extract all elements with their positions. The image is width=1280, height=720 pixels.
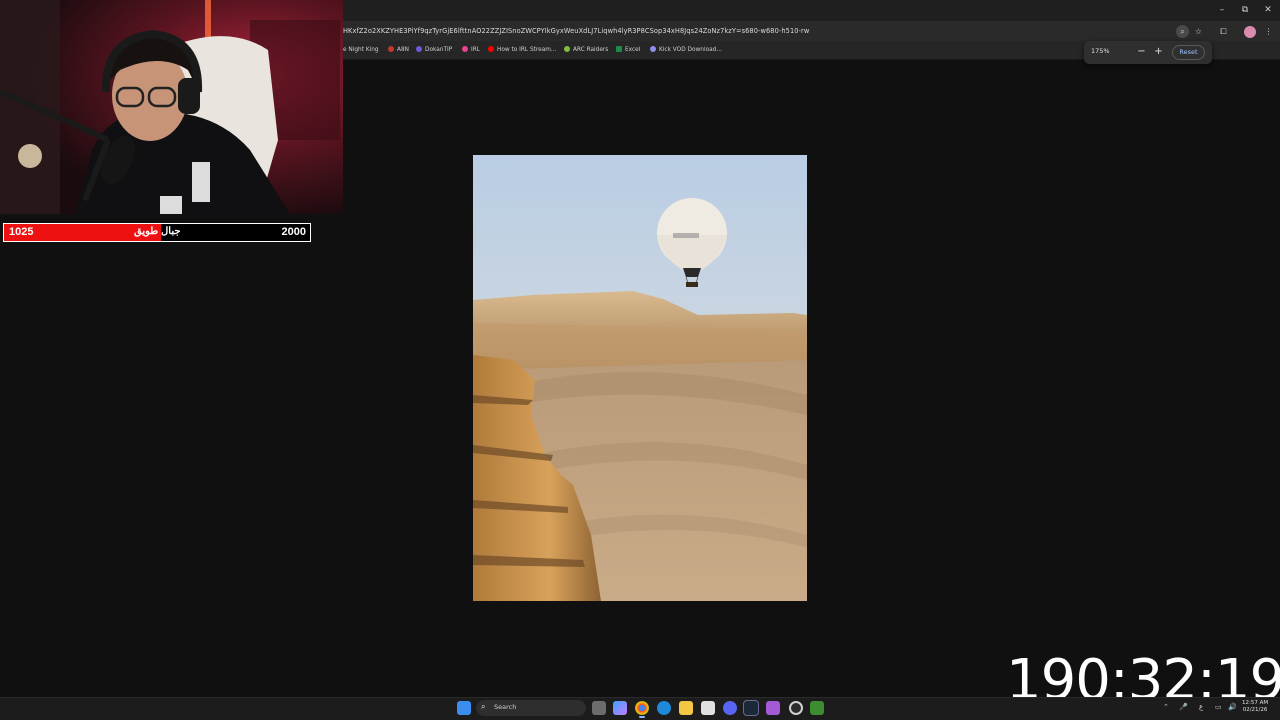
bookmark-favicon-icon: [462, 46, 468, 52]
monitor-icon[interactable]: ▭: [1215, 703, 1222, 711]
start-icon[interactable]: [457, 701, 471, 715]
chrome-active-indicator: [639, 716, 645, 718]
taskbar-search-placeholder: Search: [494, 703, 517, 711]
file-explorer-icon[interactable]: [679, 701, 693, 715]
bookmark-label: How to IRL Stream...: [497, 47, 557, 53]
screen: – ⧉ ✕ HKxfZ2o2XKZYHE3PiYf9qzTyrGjE6lfttn…: [0, 0, 1280, 720]
zoom-reset-button[interactable]: Reset: [1172, 45, 1205, 60]
bookmark-label: Excel: [625, 47, 641, 53]
bookmark-item[interactable]: A8N: [388, 45, 409, 55]
taskbar-clock[interactable]: 12:57 AM 02/21/26: [1242, 700, 1268, 714]
volume-icon[interactable]: 🔊: [1228, 703, 1237, 711]
bookmark-item[interactable]: ARC Raiders: [564, 45, 608, 55]
bookmark-item[interactable]: DokanTIP: [416, 45, 452, 55]
bookmark-label: e Night King: [343, 47, 379, 53]
bookmark-star-icon[interactable]: ☆: [1192, 25, 1205, 38]
store-icon[interactable]: [701, 701, 715, 715]
zoom-in-button[interactable]: +: [1153, 46, 1164, 58]
obs-icon[interactable]: [789, 701, 803, 715]
close-button[interactable]: ✕: [1257, 4, 1279, 17]
score-goal: 2000: [281, 226, 306, 238]
minimize-button[interactable]: –: [1211, 4, 1233, 17]
webcam-overlay: [0, 0, 343, 214]
profile-avatar[interactable]: [1244, 26, 1256, 38]
bookmark-label: IRL: [471, 47, 480, 53]
score-current: 1025: [9, 226, 34, 238]
steam-icon[interactable]: [743, 700, 759, 716]
zoom-out-button[interactable]: −: [1136, 46, 1147, 58]
clock-time: 12:57 AM: [1242, 700, 1269, 706]
bookmark-favicon-icon: [388, 46, 394, 52]
discord-icon[interactable]: [723, 701, 737, 715]
task-view-icon[interactable]: [592, 701, 606, 715]
bookmark-item[interactable]: Kick VOD Download...: [650, 45, 722, 55]
zoom-icon[interactable]: ⌕: [1176, 25, 1189, 38]
bookmark-label: Kick VOD Download...: [659, 47, 722, 53]
webcam-image: [0, 0, 343, 214]
bookmark-favicon-icon: [650, 46, 656, 52]
extensions-icon[interactable]: ⧠: [1217, 25, 1230, 38]
restore-button[interactable]: ⧉: [1234, 4, 1256, 17]
displayed-image: [473, 155, 807, 601]
minecraft-icon[interactable]: [810, 701, 824, 715]
bookmark-item[interactable]: e Night King: [343, 45, 379, 55]
bookmark-label: A8N: [397, 47, 409, 53]
zoom-popup: 175% − + Reset: [1084, 41, 1212, 64]
app-purple-icon[interactable]: [766, 701, 780, 715]
clock-date: 02/21/26: [1242, 707, 1268, 713]
language-indicator[interactable]: ع: [1199, 703, 1203, 711]
excel-icon: [616, 46, 622, 52]
chrome-icon[interactable]: [635, 701, 649, 715]
score-label: جبال طويق: [134, 226, 181, 237]
bookmark-item[interactable]: Excel: [616, 45, 640, 55]
youtube-icon: [488, 46, 494, 52]
menu-icon[interactable]: ⋮: [1262, 25, 1275, 38]
microphone-icon[interactable]: 🎤: [1179, 703, 1188, 711]
score-bar: 1025 جبال طويق 2000: [3, 223, 311, 242]
bookmark-label: DokanTIP: [425, 47, 453, 53]
search-icon: ⌕: [481, 702, 486, 711]
bookmark-item[interactable]: IRL: [462, 45, 480, 55]
balloon-over-cliffs-image: [473, 155, 807, 601]
tray-chevron-icon[interactable]: ⌃: [1163, 703, 1169, 711]
bookmark-item[interactable]: How to IRL Stream...: [488, 45, 556, 55]
bookmark-favicon-icon: [564, 46, 570, 52]
bookmark-label: ARC Raiders: [573, 47, 609, 53]
taskbar-search-box[interactable]: [476, 700, 586, 716]
edge-icon[interactable]: [657, 701, 671, 715]
url-text[interactable]: HKxfZ2o2XKZYHE3PiYf9qzTyrGjE6lfttnAO22ZZ…: [343, 26, 1163, 37]
copilot-icon[interactable]: [613, 701, 627, 715]
bookmark-favicon-icon: [416, 46, 422, 52]
zoom-level: 175%: [1091, 47, 1110, 55]
